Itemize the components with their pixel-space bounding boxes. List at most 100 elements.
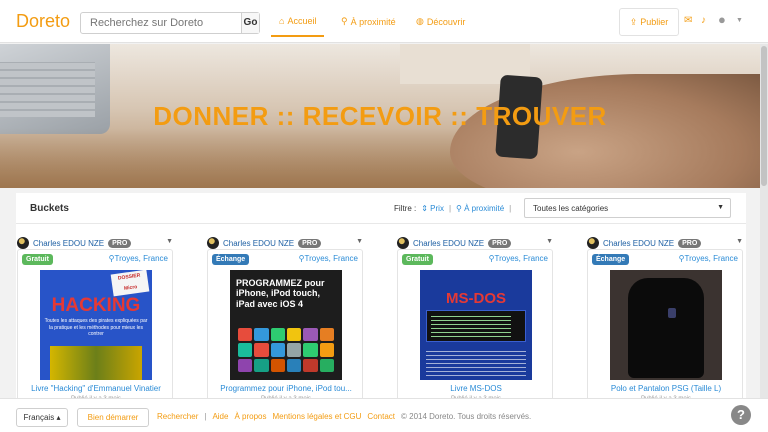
item-card[interactable]: Gratuit ⚲Troyes, France MS-DOS Livre MS-… (397, 249, 554, 402)
cover-subtitle: Toutes les attaques des pirates expliqué… (44, 318, 148, 337)
separator: | (509, 204, 512, 213)
seller-row[interactable]: Charles EDOU NZE PRO ▼ (397, 236, 553, 250)
cover-title: PROGRAMMEZ pour iPhone, iPod touch, iPad… (236, 278, 325, 309)
location: ⚲Troyes, France (679, 254, 738, 263)
bell-icon[interactable]: ♪ (701, 15, 706, 26)
seller-avatar (397, 237, 409, 249)
panel-title: Buckets (30, 203, 69, 214)
hero-title: DONNER :: RECEVOIR :: TROUVER (153, 101, 607, 131)
scrollbar-thumb[interactable] (761, 46, 767, 186)
cover-app-grid (238, 328, 334, 372)
footer-link-about[interactable]: À propos (234, 412, 266, 421)
nav-nearby[interactable]: ⚲ À proximité (341, 16, 396, 27)
location-label: Troyes, France (494, 254, 549, 263)
seller-avatar (587, 237, 599, 249)
seller-row[interactable]: Charles EDOU NZE PRO ▼ (587, 236, 743, 250)
item-card[interactable]: Gratuit ⚲Troyes, France DOSSIER Micro HA… (17, 249, 174, 402)
item-title[interactable]: Programmez pour iPhone, iPod tou... (208, 384, 364, 393)
footer-link-legal[interactable]: Mentions légales et CGU (272, 412, 361, 421)
caret-up-icon: ▴ (56, 413, 61, 422)
user-avatar-icon[interactable]: ● (718, 12, 726, 27)
pro-badge: PRO (488, 238, 512, 248)
nav-home-label: Accueil (287, 16, 317, 26)
language-label: Français (23, 413, 55, 422)
footer-link-help[interactable]: Aide (212, 412, 228, 421)
cover-title: MS-DOS (446, 290, 506, 307)
polo-shirt-image (628, 278, 704, 378)
top-navbar: Doreto Go ⌂Accueil ⚲À proximité ◍Découvr… (0, 0, 768, 43)
item-image[interactable]: DOSSIER Micro HACKING Toutes les attaque… (40, 270, 152, 380)
filter-price[interactable]: ⇕ Prix (421, 204, 444, 213)
item-title[interactable]: Polo et Pantalon PSG (Taille L) (588, 384, 744, 393)
panel-header: Buckets Filtre : ⇕ Prix | ⚲ À proximité … (16, 193, 746, 224)
separator: | (204, 412, 207, 421)
seller-name: Charles EDOU NZE (603, 238, 675, 248)
logo[interactable]: Doreto (16, 11, 70, 32)
filter-price-label: Prix (430, 204, 444, 213)
item-title[interactable]: Livre MS-DOS (398, 384, 554, 393)
upload-icon: ⇪ (629, 16, 638, 27)
nav-discover-label: Découvrir (426, 16, 466, 27)
page-scrollbar[interactable] (760, 44, 768, 432)
cover-text-lines (426, 348, 526, 376)
get-started-button[interactable]: Bien démarrer (77, 408, 149, 427)
caret-down-icon[interactable]: ▼ (166, 238, 173, 245)
globe-icon: ◍ (416, 16, 424, 26)
caret-down-icon[interactable]: ▼ (356, 238, 363, 245)
seller-name: Charles EDOU NZE (33, 238, 105, 248)
status-badge: Gratuit (22, 254, 53, 265)
status-badge: Échange (592, 254, 630, 265)
item-image[interactable]: MS-DOS (420, 270, 532, 380)
map-marker-icon: ⚲ (456, 204, 462, 213)
location-label: Troyes, France (114, 254, 169, 263)
seller-row[interactable]: Charles EDOU NZE PRO ▼ (207, 236, 363, 250)
caret-down-icon[interactable]: ▼ (546, 238, 553, 245)
hero-banner: DONNER :: RECEVOIR :: TROUVER (0, 44, 760, 188)
category-select[interactable]: Toutes les catégories ▼ (524, 198, 731, 218)
chevron-down-icon[interactable]: ▼ (736, 17, 743, 24)
seller-name: Charles EDOU NZE (413, 238, 485, 248)
item-card[interactable]: Échange ⚲Troyes, France PROGRAMMEZ pour … (207, 249, 364, 402)
help-button[interactable]: ? (731, 405, 751, 425)
map-marker-icon: ⚲ (341, 16, 348, 26)
footer-link-search[interactable]: Rechercher (157, 412, 198, 421)
category-select-value: Toutes les catégories (533, 204, 609, 213)
nav-home[interactable]: ⌂ Accueil (270, 16, 326, 37)
location-label: Troyes, France (684, 254, 739, 263)
search-input[interactable] (81, 13, 241, 33)
cover-terminal (426, 310, 526, 342)
location: ⚲Troyes, France (489, 254, 548, 263)
filter-nearby[interactable]: ⚲ À proximité (456, 204, 504, 213)
filter-label: Filtre : (394, 204, 417, 213)
pro-badge: PRO (678, 238, 702, 248)
item-image[interactable] (610, 270, 722, 380)
location: ⚲Troyes, France (109, 254, 168, 263)
caret-down-icon[interactable]: ▼ (736, 238, 743, 245)
footer-link-contact[interactable]: Contact (367, 412, 395, 421)
language-dropdown[interactable]: Français ▴ (16, 408, 68, 427)
cover-title: HACKING (51, 295, 141, 316)
home-icon: ⌂ (279, 16, 285, 26)
status-badge: Gratuit (402, 254, 433, 265)
filter-nearby-label: À proximité (464, 204, 505, 213)
seller-row[interactable]: Charles EDOU NZE PRO ▼ (17, 236, 173, 250)
cover-illustration (50, 346, 142, 380)
publish-button[interactable]: ⇪ Publier (619, 8, 679, 36)
seller-avatar (207, 237, 219, 249)
status-badge: Échange (212, 254, 250, 265)
item-title[interactable]: Livre "Hacking" d'Emmanuel Vinatier (18, 384, 174, 393)
cover-sticker: DOSSIER Micro (110, 270, 150, 297)
seller-name: Charles EDOU NZE (223, 238, 295, 248)
footer-links: Rechercher | Aide À propos Mentions léga… (157, 412, 531, 421)
item-image[interactable]: PROGRAMMEZ pour iPhone, iPod touch, iPad… (230, 270, 342, 380)
footer: Français ▴ Bien démarrer Rechercher | Ai… (0, 398, 768, 432)
nav-discover[interactable]: ◍ Découvrir (416, 16, 465, 27)
location: ⚲Troyes, France (299, 254, 358, 263)
messages-icon[interactable]: ✉ (684, 15, 692, 26)
search-go-button[interactable]: Go (241, 13, 259, 33)
item-card[interactable]: Échange ⚲Troyes, France Polo et Pantalon… (587, 249, 744, 402)
search-box: Go (80, 12, 260, 34)
location-label: Troyes, France (304, 254, 359, 263)
pro-badge: PRO (108, 238, 132, 248)
separator: | (448, 204, 452, 213)
